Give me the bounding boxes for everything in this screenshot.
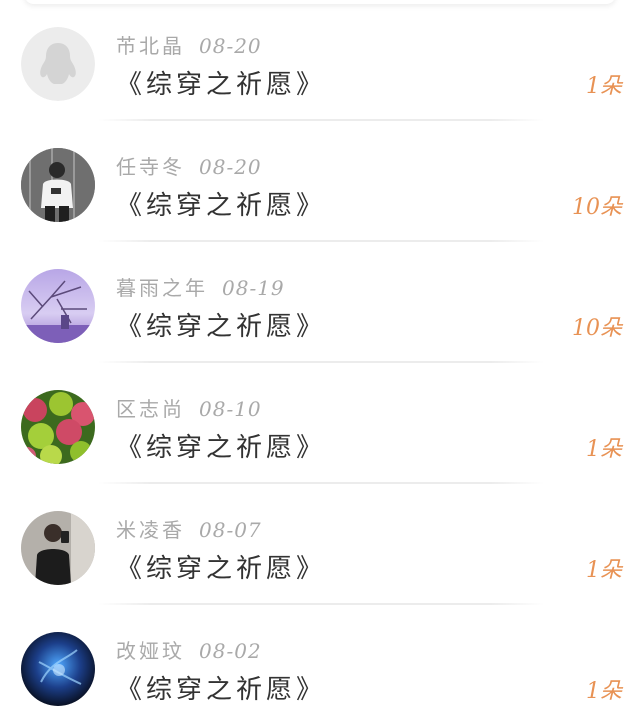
list-item[interactable]: 米凌香 08-07 《综穿之祈愿》 1朵 — [0, 484, 640, 605]
gift-date: 08-10 — [199, 397, 262, 421]
gift-date: 08-20 — [199, 34, 262, 58]
user-meta: 米凌香 08-07 — [116, 514, 262, 543]
flower-count: 1朵 — [586, 679, 622, 704]
list-item[interactable]: 区志尚 08-10 《综穿之祈愿》 1朵 — [0, 363, 640, 484]
user-name[interactable]: 改娅玟 — [116, 639, 185, 663]
gift-date: 08-19 — [222, 276, 285, 300]
user-meta: 任寺冬 08-20 — [116, 151, 262, 180]
user-name[interactable]: 暮雨之年 — [116, 276, 208, 300]
default-penguin-avatar[interactable] — [21, 27, 95, 101]
user-meta: 区志尚 08-10 — [116, 393, 262, 422]
mirror-selfie-avatar[interactable] — [21, 511, 95, 585]
book-title[interactable]: 《综穿之祈愿》 — [116, 548, 326, 585]
user-meta: 改娅玟 08-02 — [116, 635, 262, 664]
book-title[interactable]: 《综穿之祈愿》 — [116, 669, 326, 706]
flower-count: 10朵 — [572, 316, 622, 341]
user-name[interactable]: 芇北晶 — [116, 34, 185, 58]
flower-count: 1朵 — [586, 74, 622, 99]
list-item[interactable]: 任寺冬 08-20 《综穿之祈愿》 10朵 — [0, 121, 640, 242]
flower-count: 1朵 — [586, 437, 622, 462]
gift-date: 08-02 — [199, 639, 262, 663]
flower-count: 10朵 — [572, 195, 622, 220]
book-title[interactable]: 《综穿之祈愿》 — [116, 427, 326, 464]
book-title[interactable]: 《综穿之祈愿》 — [116, 185, 326, 222]
book-title[interactable]: 《综穿之祈愿》 — [116, 64, 326, 101]
gift-date: 08-07 — [199, 518, 262, 542]
user-meta: 芇北晶 08-20 — [116, 30, 262, 59]
gift-record-list: 芇北晶 08-20 《综穿之祈愿》 1朵 任寺冬 08-20 《综穿之祈愿》 1… — [0, 0, 640, 726]
user-name[interactable]: 米凌香 — [116, 518, 185, 542]
user-name[interactable]: 区志尚 — [116, 397, 185, 421]
flower-count: 1朵 — [586, 558, 622, 583]
blue-abstract-avatar[interactable] — [21, 632, 95, 706]
list-item[interactable]: 芇北晶 08-20 《综穿之祈愿》 1朵 — [0, 0, 640, 121]
user-name[interactable]: 任寺冬 — [116, 155, 185, 179]
person-photo-avatar[interactable] — [21, 148, 95, 222]
list-item[interactable]: 暮雨之年 08-19 《综穿之祈愿》 10朵 — [0, 242, 640, 363]
purple-branches-avatar[interactable] — [21, 269, 95, 343]
user-meta: 暮雨之年 08-19 — [116, 272, 285, 301]
gift-date: 08-20 — [199, 155, 262, 179]
book-title[interactable]: 《综穿之祈愿》 — [116, 306, 326, 343]
rambutan-fruit-avatar[interactable] — [21, 390, 95, 464]
list-item[interactable]: 改娅玟 08-02 《综穿之祈愿》 1朵 — [0, 605, 640, 726]
